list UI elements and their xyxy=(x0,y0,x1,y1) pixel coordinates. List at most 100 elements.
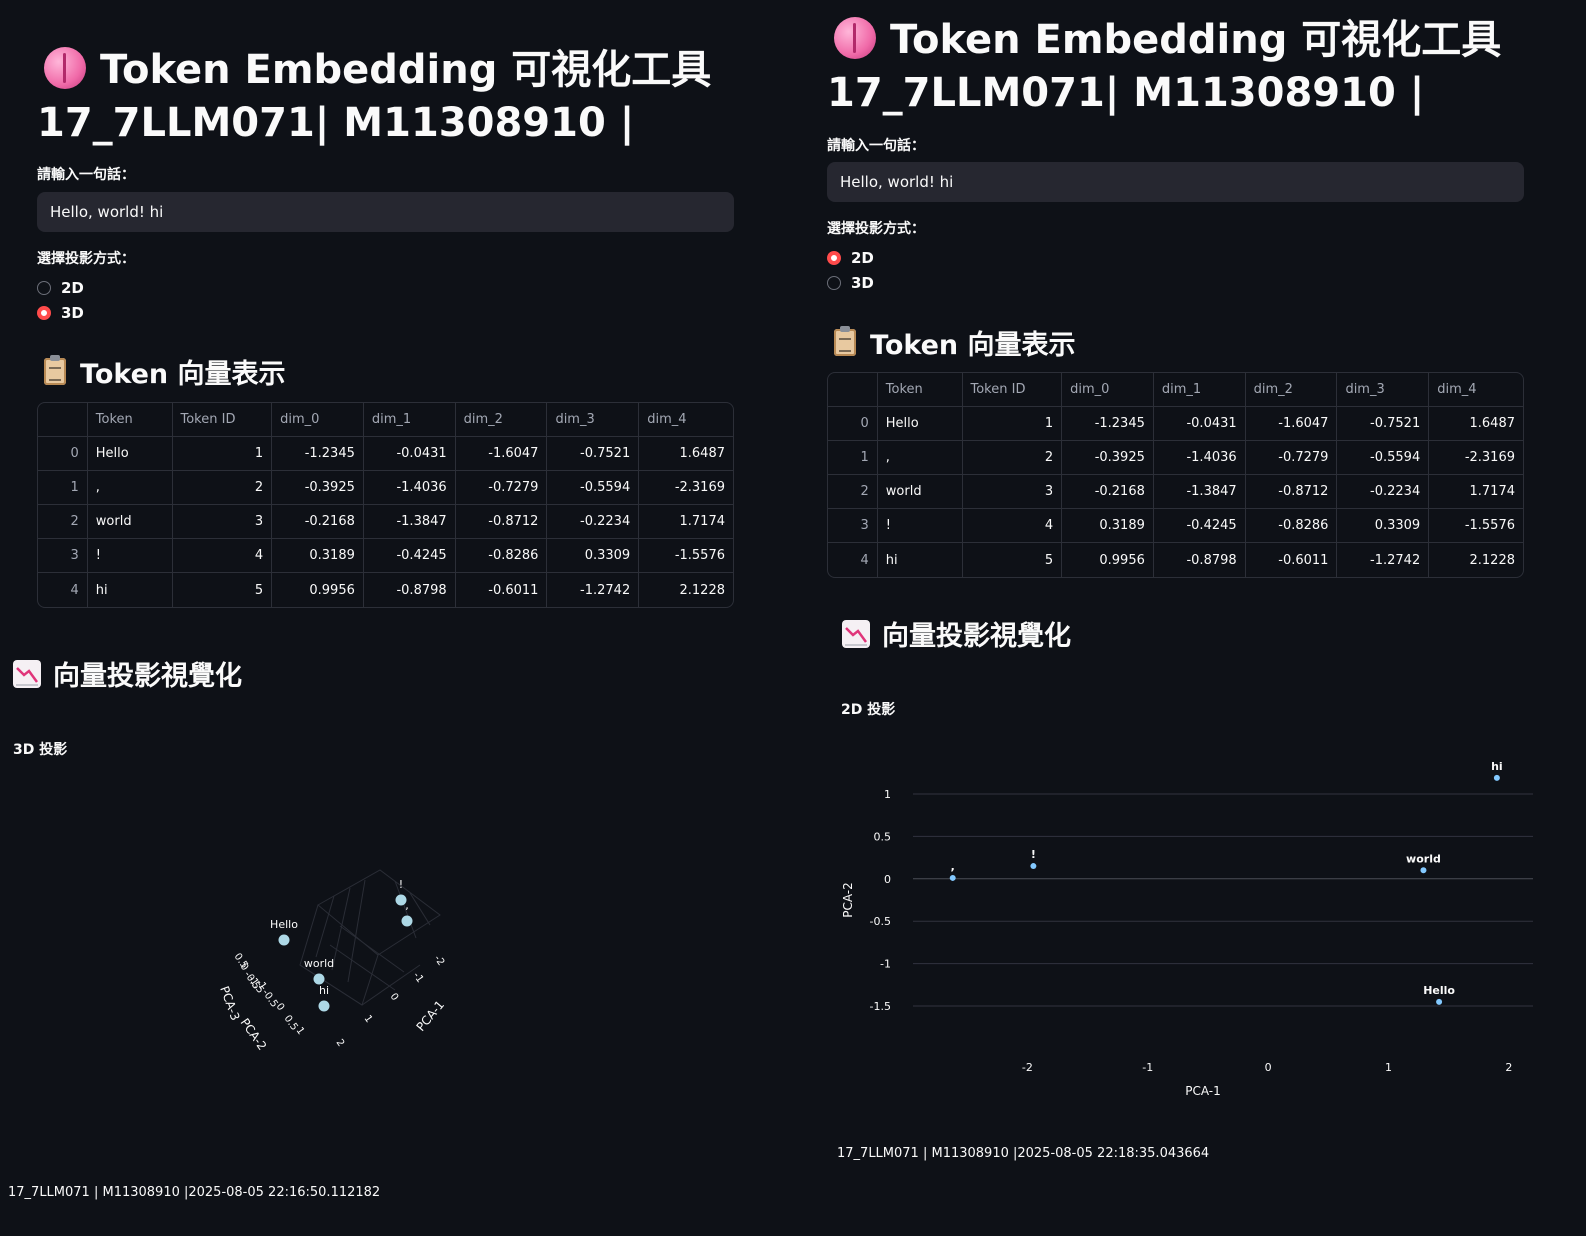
point-world[interactable] xyxy=(313,973,325,985)
table-cell[interactable]: -0.3925 xyxy=(272,471,364,505)
column-header[interactable]: Token ID xyxy=(172,403,273,437)
table-cell[interactable]: -0.8286 xyxy=(455,539,548,573)
table-row[interactable]: 2 world 3 -0.2168 -1.3847 -0.8712 -0.2234 1.717… xyxy=(38,505,733,539)
table-cell[interactable]: -0.0431 xyxy=(1153,407,1246,441)
table-cell[interactable]: 0.3309 xyxy=(547,539,640,573)
column-header[interactable]: dim_1 xyxy=(1153,373,1246,407)
table-cell[interactable]: -1.4036 xyxy=(363,471,456,505)
scatter-3d-chart[interactable]: PCA-3 PCA-2 PCA-1 0.5 0 -0.5 -1.5 -1 -0.… xyxy=(0,760,780,1190)
table-cell[interactable]: -1.3847 xyxy=(363,505,456,539)
column-header[interactable]: Token xyxy=(87,403,173,437)
radio-2d[interactable]: 2D xyxy=(37,279,84,297)
table-cell[interactable]: -0.2168 xyxy=(1062,475,1154,509)
table-cell[interactable]: -0.4245 xyxy=(1153,509,1246,543)
row-index-cell[interactable]: 1 xyxy=(38,471,88,505)
row-index-cell[interactable]: 0 xyxy=(828,407,878,441)
table-cell[interactable]: -0.5594 xyxy=(1337,441,1430,475)
column-header[interactable]: dim_0 xyxy=(272,403,364,437)
sentence-input[interactable]: Hello, world! hi xyxy=(37,192,734,232)
column-header[interactable]: dim_3 xyxy=(547,403,640,437)
sentence-input[interactable]: Hello, world! hi xyxy=(827,162,1524,202)
point-marker[interactable] xyxy=(1436,998,1443,1005)
table-cell[interactable]: -0.8286 xyxy=(1245,509,1338,543)
index-column-header[interactable] xyxy=(38,403,88,437)
index-column-header[interactable] xyxy=(828,373,878,407)
table-row[interactable]: 3! 4 0.3189 -0.4245 -0.8286 0.3309 -1.5576 xyxy=(828,509,1523,543)
table-cell[interactable]: , xyxy=(877,441,963,475)
table-cell[interactable]: -1.2345 xyxy=(1062,407,1154,441)
table-cell[interactable]: -1.2742 xyxy=(547,573,640,607)
row-index-cell[interactable]: 4 xyxy=(38,573,88,607)
table-cell[interactable]: -0.7521 xyxy=(1337,407,1430,441)
table-cell[interactable]: -1.5576 xyxy=(639,539,733,573)
radio-3d-circle[interactable] xyxy=(827,276,841,290)
table-cell[interactable]: -1.3847 xyxy=(1153,475,1246,509)
table-cell[interactable]: 5 xyxy=(173,573,273,607)
row-index-cell[interactable]: 3 xyxy=(38,539,88,573)
table-row[interactable]: 1, 2 -0.3925 -1.4036 -0.7279 -0.5594 -2.3169 xyxy=(828,441,1523,475)
column-header[interactable]: dim_4 xyxy=(639,403,733,437)
table-cell[interactable]: -0.8798 xyxy=(364,573,456,607)
row-index-cell[interactable]: 0 xyxy=(38,437,88,471)
table-cell[interactable]: 2 xyxy=(172,471,273,505)
table-cell[interactable]: -0.7279 xyxy=(455,471,548,505)
table-cell[interactable]: 1 xyxy=(172,437,273,471)
radio-2d-circle[interactable] xyxy=(37,281,51,295)
table-cell[interactable]: 1.6487 xyxy=(639,437,733,471)
table-row[interactable]: 4 hi 5 0.9956 -0.8798 -0.6011 -1.2742 2.1228 xyxy=(38,573,733,607)
point-marker[interactable] xyxy=(949,874,956,881)
table-row[interactable]: 4 hi 5 0.9956 -0.8798 -0.6011 -1.2742 2.1228 xyxy=(828,543,1523,577)
table-cell[interactable]: 1.7174 xyxy=(1429,475,1523,509)
table-cell[interactable]: -0.6011 xyxy=(1246,543,1338,577)
table-cell[interactable]: 1.6487 xyxy=(1429,407,1523,441)
table-cell[interactable]: 0.9956 xyxy=(1062,543,1154,577)
table-cell[interactable]: -0.3925 xyxy=(1062,441,1154,475)
table-cell[interactable]: 2.1228 xyxy=(1429,543,1523,577)
table-cell[interactable]: -0.7521 xyxy=(547,437,640,471)
table-cell[interactable]: -0.4245 xyxy=(363,539,456,573)
table-cell[interactable]: 4 xyxy=(172,539,273,573)
column-header[interactable]: dim_0 xyxy=(1062,373,1154,407)
radio-3d[interactable]: 3D xyxy=(37,304,84,322)
row-index-cell[interactable]: 4 xyxy=(828,543,878,577)
point-marker[interactable] xyxy=(1493,774,1500,781)
point-marker[interactable] xyxy=(1420,867,1427,874)
table-cell[interactable]: world xyxy=(877,475,963,509)
table-cell[interactable]: 3 xyxy=(172,505,273,539)
table-cell[interactable]: 1 xyxy=(962,407,1063,441)
table-cell[interactable]: hi xyxy=(88,573,173,607)
column-header[interactable]: Token xyxy=(877,373,963,407)
token-vector-table[interactable]: Token Token ID dim_0 dim_1 dim_2 dim_3 dim_4 0 H… xyxy=(827,372,1524,578)
point-comma[interactable] xyxy=(401,915,413,927)
table-cell[interactable]: -0.2234 xyxy=(1337,475,1430,509)
column-header[interactable]: dim_1 xyxy=(363,403,456,437)
table-cell[interactable]: -0.8712 xyxy=(1245,475,1338,509)
point-marker[interactable] xyxy=(1030,863,1037,870)
point-hello[interactable] xyxy=(278,934,290,946)
table-cell[interactable]: -1.4036 xyxy=(1153,441,1246,475)
token-vector-table[interactable]: Token Token ID dim_0 dim_1 dim_2 dim_3 dim_4 0 H… xyxy=(37,402,734,608)
row-index-cell[interactable]: 2 xyxy=(828,475,878,509)
table-cell[interactable]: , xyxy=(87,471,173,505)
table-cell[interactable]: Hello xyxy=(87,437,173,471)
table-cell[interactable]: -0.2168 xyxy=(272,505,364,539)
radio-2d-circle[interactable] xyxy=(827,251,841,265)
column-header[interactable]: dim_4 xyxy=(1429,373,1523,407)
table-cell[interactable]: -1.5576 xyxy=(1429,509,1523,543)
table-row[interactable]: 3! 4 0.3189 -0.4245 -0.8286 0.3309 -1.5576 xyxy=(38,539,733,573)
table-cell[interactable]: 1.7174 xyxy=(639,505,733,539)
table-cell[interactable]: world xyxy=(87,505,173,539)
table-cell[interactable]: -1.2345 xyxy=(272,437,364,471)
table-cell[interactable]: -0.8798 xyxy=(1154,543,1246,577)
table-cell[interactable]: 3 xyxy=(962,475,1063,509)
table-cell[interactable]: -0.7279 xyxy=(1245,441,1338,475)
row-index-cell[interactable]: 1 xyxy=(828,441,878,475)
table-cell[interactable]: ! xyxy=(87,539,173,573)
table-row[interactable]: 1, 2 -0.3925 -1.4036 -0.7279 -0.5594 -2.3169 xyxy=(38,471,733,505)
table-cell[interactable]: -0.0431 xyxy=(363,437,456,471)
radio-3d-circle[interactable] xyxy=(37,306,51,320)
table-cell[interactable]: -2.3169 xyxy=(639,471,733,505)
point-hi[interactable] xyxy=(318,1000,330,1012)
table-cell[interactable]: 2.1228 xyxy=(639,573,733,607)
row-index-cell[interactable]: 3 xyxy=(828,509,878,543)
